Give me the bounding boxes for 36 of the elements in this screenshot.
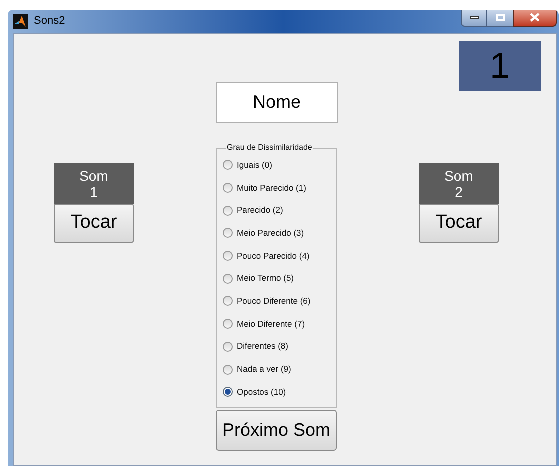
radio-button[interactable] — [223, 342, 233, 352]
window-title: Sons2 — [34, 14, 66, 30]
play-button[interactable]: Tocar — [54, 204, 134, 243]
radio-label: Meio Parecido (3) — [237, 227, 304, 240]
radio-button[interactable] — [223, 160, 233, 170]
name-field: Nome — [216, 82, 338, 123]
counter-display: 1 — [459, 41, 541, 91]
close-button[interactable] — [513, 10, 557, 27]
radio-button[interactable] — [223, 364, 233, 375]
sound-label: Som 1 — [54, 163, 134, 204]
radio-label: Nada a ver (9) — [237, 363, 292, 376]
radio-label: Diferentes (8) — [237, 340, 288, 354]
radio-label: Opostos (10) — [237, 386, 286, 399]
radio-label: Muito Parecido (1) — [237, 182, 306, 194]
app-icon — [13, 14, 28, 29]
close-icon — [530, 13, 540, 22]
radio-button[interactable] — [223, 228, 233, 238]
radio-label: Pouco Parecido (4) — [237, 250, 310, 262]
minimize-button[interactable] — [461, 10, 487, 27]
radio-label: Iguais (0) — [237, 158, 272, 172]
radio-label: Meio Termo (5) — [237, 272, 294, 286]
radio-button[interactable] — [223, 319, 233, 330]
play-button[interactable]: Tocar — [419, 204, 499, 243]
next-sound-button[interactable]: Próximo Som — [216, 410, 337, 451]
radio-button[interactable] — [223, 387, 233, 398]
radio-button[interactable] — [223, 206, 233, 216]
radio-label: Pouco Diferente (6) — [237, 295, 311, 308]
sound-label: Som 2 — [419, 163, 499, 204]
radio-button[interactable] — [223, 296, 233, 306]
radio-button[interactable] — [223, 183, 233, 194]
radio-button[interactable] — [223, 274, 233, 284]
radio-label: Parecido (2) — [237, 204, 284, 218]
radio-button[interactable] — [223, 251, 233, 262]
group-title: Grau de Dissimilaridade — [226, 142, 314, 154]
maximize-button[interactable] — [487, 10, 513, 27]
radio-label: Meio Diferente (7) — [237, 318, 306, 331]
